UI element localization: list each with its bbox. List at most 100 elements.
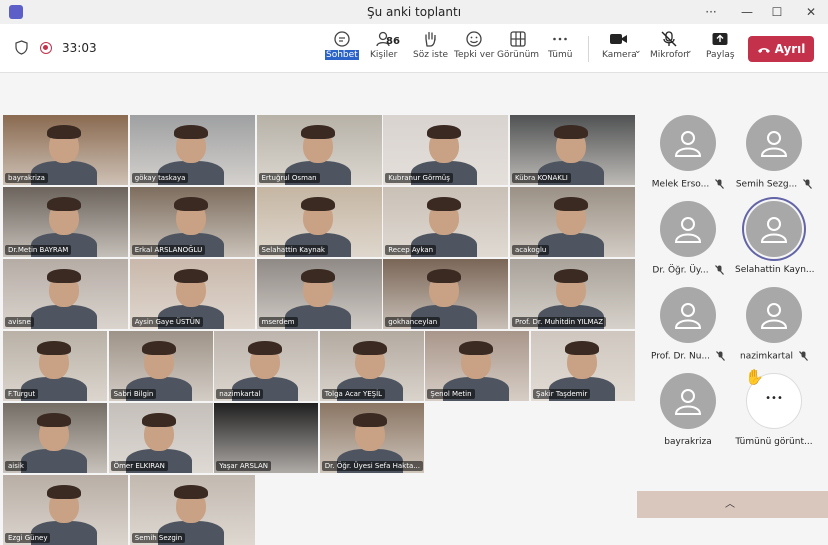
camera-icon xyxy=(610,34,628,44)
show-all-label: Tümünü görünt... xyxy=(735,437,813,447)
participant-tile[interactable]: nazimkartal xyxy=(735,287,813,362)
person-hair xyxy=(36,341,71,355)
video-tile[interactable]: Yaşar ARSLAN xyxy=(214,403,319,473)
video-tile[interactable]: acakoglu xyxy=(510,187,635,257)
video-tile[interactable]: Prof. Dr. Muhitdin YILMAZ xyxy=(510,259,635,329)
person-hair xyxy=(300,125,335,139)
participant-name-tag: nazimkartal xyxy=(216,389,264,399)
video-tile[interactable]: Kubranur Görmüş xyxy=(383,115,509,185)
close-button[interactable]: ✕ xyxy=(796,3,826,21)
participant-name: Dr. Öğr. Üy... xyxy=(652,265,709,276)
maximize-button[interactable]: ☐ xyxy=(762,3,792,21)
person-icon xyxy=(760,131,788,157)
video-tile[interactable]: gökay taskaya xyxy=(129,115,255,185)
people-count: 86 xyxy=(386,36,400,47)
video-tile[interactable]: Recep Aykan xyxy=(383,187,509,257)
person-hair xyxy=(47,125,81,139)
video-tile[interactable]: Kübra KONAKLI xyxy=(510,115,635,185)
mic-muted-icon xyxy=(799,351,808,361)
video-tile[interactable]: Şenol Metin xyxy=(425,331,530,401)
participant-name-tag: Ezgi Güney xyxy=(5,533,51,543)
raise-hand-label: Söz iste xyxy=(413,50,449,60)
participant-tile[interactable]: Dr. Öğr. Üy... xyxy=(649,201,727,276)
title-bar: Şu anki toplantı ··· — ☐ ✕ xyxy=(0,0,828,24)
participant-name-tag: bayrakriza xyxy=(5,173,48,183)
video-tile[interactable]: bayrakriza xyxy=(3,115,128,185)
view-button[interactable]: Görünüm xyxy=(497,30,539,60)
video-tile[interactable]: Selahattin Kaynak xyxy=(256,187,382,257)
person-hair xyxy=(554,197,588,211)
video-tile[interactable]: mserdem xyxy=(256,259,382,329)
participant-name-tag: Şenol Metin xyxy=(427,389,475,399)
participant-tile-speaking[interactable]: Selahattin Kayn... xyxy=(735,201,814,275)
video-tile[interactable]: Dr. Öğr. Üyesi Sefa Hakta... xyxy=(319,403,424,473)
video-tile[interactable]: gokhanceylan xyxy=(383,259,509,329)
expand-chevron-icon[interactable]: ︿ xyxy=(725,495,735,510)
video-tile[interactable]: Erkal ARSLANOĞLU xyxy=(129,187,255,257)
share-icon xyxy=(712,33,728,45)
person-hair xyxy=(458,341,493,355)
video-tile[interactable]: Ertuğrul Osman xyxy=(256,115,382,185)
camera-button[interactable]: Kamera xyxy=(602,30,637,60)
participant-name: nazimkartal xyxy=(739,351,794,362)
video-tile[interactable]: Şakir Taşdemir xyxy=(531,331,635,401)
video-tile[interactable]: Aysin Gaye ÜSTÜN xyxy=(129,259,255,329)
hand-icon xyxy=(424,31,436,47)
avatar xyxy=(660,287,716,343)
participant-tile[interactable]: Semih Sezg... xyxy=(735,115,813,190)
video-tile[interactable]: avisne xyxy=(3,259,128,329)
video-tile[interactable]: aisik xyxy=(3,403,107,473)
participant-tile[interactable]: Prof. Dr. Nu... xyxy=(649,287,727,362)
meeting-timer: 33:03 xyxy=(62,41,97,55)
person-hair xyxy=(427,197,462,211)
window-more-button[interactable]: ··· xyxy=(696,3,726,21)
person-icon xyxy=(674,303,702,329)
video-tile[interactable]: Dr.Metin BAYRAM xyxy=(3,187,128,257)
person-hair xyxy=(554,269,588,283)
share-button[interactable]: Paylaş xyxy=(706,30,735,60)
avatar xyxy=(660,201,716,257)
person-hair xyxy=(353,413,388,427)
participant-name: Melek Erso... xyxy=(651,179,710,190)
avatar xyxy=(660,373,716,429)
video-tile[interactable]: F.Turgut xyxy=(3,331,107,401)
raised-hand-icon: ✋ xyxy=(745,368,764,386)
person-icon xyxy=(674,389,702,415)
video-tile[interactable]: Ömer ELKIRAN xyxy=(108,403,213,473)
person-hair xyxy=(36,413,71,427)
mic-button[interactable]: Mikrofon xyxy=(650,30,689,60)
video-tile[interactable]: Semih Sezgin xyxy=(129,475,255,545)
camera-options-chevron-icon[interactable]: ⌄ xyxy=(634,46,642,56)
minimize-button[interactable]: — xyxy=(732,3,762,21)
smiley-icon xyxy=(466,31,482,47)
mic-options-chevron-icon[interactable]: ⌄ xyxy=(685,46,693,56)
participant-name-tag: Ömer ELKIRAN xyxy=(110,461,168,471)
person-hair xyxy=(353,341,388,355)
video-tile[interactable]: Tolga Acar YEŞİL xyxy=(319,331,424,401)
participant-tile[interactable]: Melek Erso... xyxy=(649,115,727,190)
more-actions-button[interactable]: Tümü xyxy=(548,30,572,60)
person-hair xyxy=(247,341,282,355)
video-tile[interactable]: nazimkartal xyxy=(214,331,319,401)
participant-tile[interactable]: bayrakriza xyxy=(649,373,727,447)
person-hair xyxy=(554,125,588,139)
avatar xyxy=(660,115,716,171)
person-hair xyxy=(173,125,208,139)
leave-button[interactable]: Ayrıl xyxy=(748,36,814,62)
participant-name-tag: Dr. Öğr. Üyesi Sefa Hakta... xyxy=(321,461,423,471)
grid-view-icon xyxy=(510,31,526,47)
person-hair xyxy=(142,413,177,427)
self-preview-strip[interactable]: ︿ xyxy=(637,491,828,518)
recording-icon xyxy=(40,42,52,54)
mic-muted-icon xyxy=(714,265,724,275)
raise-hand-button[interactable]: Söz iste xyxy=(413,30,448,60)
participant-name-tag: Dr.Metin BAYRAM xyxy=(5,245,72,255)
chat-button[interactable]: Sohbet xyxy=(325,30,359,60)
chat-icon xyxy=(334,31,350,47)
reactions-button[interactable]: Tepki ver xyxy=(454,30,494,60)
video-tile[interactable]: Ezgi Güney xyxy=(3,475,128,545)
video-tile[interactable]: Sabri Bilgin xyxy=(108,331,213,401)
participant-name-tag: Şakir Taşdemir xyxy=(533,389,591,399)
avatar xyxy=(746,201,802,257)
more-dots-icon xyxy=(553,37,568,41)
